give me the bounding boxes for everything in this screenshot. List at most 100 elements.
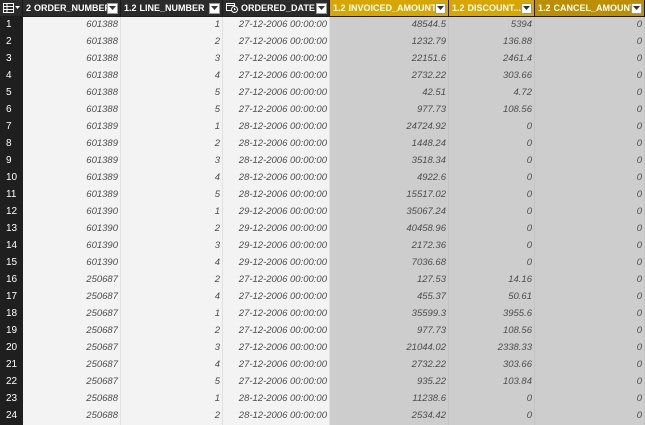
cell-line-number[interactable]: 5 <box>121 102 223 119</box>
cell-ordered-date[interactable]: 27-12-2006 00:00:00 <box>223 374 330 391</box>
table-row[interactable]: 4 601388 4 27-12-2006 00:00:00 2732.22 303.66… <box>0 68 645 85</box>
row-index[interactable]: 20 <box>0 340 23 357</box>
cell-discount-amount[interactable]: 0 <box>449 170 535 187</box>
cell-cancel-amount[interactable]: 0 <box>535 68 645 85</box>
table-row[interactable]: 2 601388 2 27-12-2006 00:00:00 1232.79 136.88… <box>0 34 645 51</box>
cell-line-number[interactable]: 1 <box>121 306 223 323</box>
table-row[interactable]: 6 601388 5 27-12-2006 00:00:00 977.73 108.56 0 <box>0 102 645 119</box>
cell-line-number[interactable]: 3 <box>121 340 223 357</box>
cell-line-number[interactable]: 4 <box>121 255 223 272</box>
cell-line-number[interactable]: 5 <box>121 187 223 204</box>
row-index[interactable]: 3 <box>0 51 23 68</box>
cell-discount-amount[interactable]: 0 <box>449 119 535 136</box>
column-header-line-number[interactable]: 1.2 LINE_NUMBER <box>121 0 223 16</box>
cell-order-number[interactable]: 601389 <box>23 136 121 153</box>
column-header-invoiced-amount[interactable]: 1.2 INVOICED_AMOUNT <box>330 0 449 16</box>
cell-order-number[interactable]: 601390 <box>23 221 121 238</box>
cell-discount-amount[interactable]: 136.88 <box>449 34 535 51</box>
table-row[interactable]: 10 601389 4 28-12-2006 00:00:00 4922.6 0 0 <box>0 170 645 187</box>
cell-discount-amount[interactable]: 108.56 <box>449 323 535 340</box>
row-index[interactable]: 23 <box>0 391 23 408</box>
row-index[interactable]: 10 <box>0 170 23 187</box>
table-menu-button[interactable] <box>0 0 23 16</box>
cell-order-number[interactable]: 601389 <box>23 187 121 204</box>
cell-order-number[interactable]: 250688 <box>23 391 121 408</box>
table-row[interactable]: 24 250688 2 28-12-2006 00:00:00 2534.42 0 0 <box>0 408 645 425</box>
table-row[interactable]: 20 250687 3 27-12-2006 00:00:00 21044.02 2338… <box>0 340 645 357</box>
row-index[interactable]: 9 <box>0 153 23 170</box>
cell-order-number[interactable]: 601388 <box>23 102 121 119</box>
cell-discount-amount[interactable]: 2461.4 <box>449 51 535 68</box>
cell-invoiced-amount[interactable]: 22151.6 <box>330 51 449 68</box>
column-header-cancel-amount[interactable]: 1.2 CANCEL_AMOUNT <box>535 0 645 16</box>
cell-order-number[interactable]: 601390 <box>23 238 121 255</box>
cell-cancel-amount[interactable]: 0 <box>535 85 645 102</box>
cell-line-number[interactable]: 2 <box>121 323 223 340</box>
cell-order-number[interactable]: 250687 <box>23 374 121 391</box>
cell-discount-amount[interactable]: 50.61 <box>449 289 535 306</box>
cell-line-number[interactable]: 4 <box>121 170 223 187</box>
cell-invoiced-amount[interactable]: 21044.02 <box>330 340 449 357</box>
cell-line-number[interactable]: 5 <box>121 374 223 391</box>
cell-line-number[interactable]: 2 <box>121 221 223 238</box>
table-row[interactable]: 23 250688 1 28-12-2006 00:00:00 11238.6 0 0 <box>0 391 645 408</box>
decimal-type-icon[interactable]: 1.2 <box>538 3 551 13</box>
cell-invoiced-amount[interactable]: 977.73 <box>330 102 449 119</box>
cell-line-number[interactable]: 4 <box>121 68 223 85</box>
cell-invoiced-amount[interactable]: 15517.02 <box>330 187 449 204</box>
cell-order-number[interactable]: 601389 <box>23 119 121 136</box>
cell-cancel-amount[interactable]: 0 <box>535 238 645 255</box>
cell-cancel-amount[interactable]: 0 <box>535 51 645 68</box>
whole-number-type-icon[interactable]: 2 <box>26 3 31 13</box>
cell-order-number[interactable]: 601388 <box>23 17 121 34</box>
cell-line-number[interactable]: 1 <box>121 17 223 34</box>
cell-invoiced-amount[interactable]: 40458.96 <box>330 221 449 238</box>
cell-ordered-date[interactable]: 27-12-2006 00:00:00 <box>223 68 330 85</box>
cell-line-number[interactable]: 1 <box>121 204 223 221</box>
column-filter-dropdown[interactable] <box>435 2 446 14</box>
cell-invoiced-amount[interactable]: 127.53 <box>330 272 449 289</box>
cell-cancel-amount[interactable]: 0 <box>535 204 645 221</box>
cell-discount-amount[interactable]: 0 <box>449 136 535 153</box>
cell-discount-amount[interactable]: 103.84 <box>449 374 535 391</box>
column-header-discount-amount[interactable]: 1.2 DISCOUNT... <box>449 0 535 16</box>
cell-cancel-amount[interactable]: 0 <box>535 391 645 408</box>
table-row[interactable]: 15 601390 4 29-12-2006 00:00:00 7036.68 0 0 <box>0 255 645 272</box>
cell-cancel-amount[interactable]: 0 <box>535 357 645 374</box>
cell-cancel-amount[interactable]: 0 <box>535 255 645 272</box>
row-index[interactable]: 7 <box>0 119 23 136</box>
decimal-type-icon[interactable]: 1.2 <box>333 3 346 13</box>
cell-order-number[interactable]: 250687 <box>23 340 121 357</box>
cell-invoiced-amount[interactable]: 35067.24 <box>330 204 449 221</box>
row-index[interactable]: 22 <box>0 374 23 391</box>
cell-cancel-amount[interactable]: 0 <box>535 323 645 340</box>
row-index[interactable]: 19 <box>0 323 23 340</box>
cell-line-number[interactable]: 1 <box>121 119 223 136</box>
cell-invoiced-amount[interactable]: 24724.92 <box>330 119 449 136</box>
cell-order-number[interactable]: 601389 <box>23 153 121 170</box>
table-row[interactable]: 19 250687 2 27-12-2006 00:00:00 977.73 108.56… <box>0 323 645 340</box>
cell-line-number[interactable]: 1 <box>121 391 223 408</box>
cell-order-number[interactable]: 250687 <box>23 357 121 374</box>
cell-ordered-date[interactable]: 29-12-2006 00:00:00 <box>223 255 330 272</box>
cell-ordered-date[interactable]: 27-12-2006 00:00:00 <box>223 306 330 323</box>
table-row[interactable]: 8 601389 2 28-12-2006 00:00:00 1448.24 0 0 <box>0 136 645 153</box>
column-header-ordered-date[interactable]: ORDERED_DATE <box>223 0 330 16</box>
cell-invoiced-amount[interactable]: 2172.36 <box>330 238 449 255</box>
table-row[interactable]: 14 601390 3 29-12-2006 00:00:00 2172.36 0 0 <box>0 238 645 255</box>
table-row[interactable]: 9 601389 3 28-12-2006 00:00:00 3518.34 0 0 <box>0 153 645 170</box>
column-filter-dropdown[interactable] <box>107 2 118 14</box>
row-index[interactable]: 4 <box>0 68 23 85</box>
cell-order-number[interactable]: 250687 <box>23 306 121 323</box>
column-filter-dropdown[interactable] <box>209 2 220 14</box>
cell-cancel-amount[interactable]: 0 <box>535 289 645 306</box>
cell-invoiced-amount[interactable]: 1448.24 <box>330 136 449 153</box>
cell-ordered-date[interactable]: 28-12-2006 00:00:00 <box>223 136 330 153</box>
cell-cancel-amount[interactable]: 0 <box>535 374 645 391</box>
decimal-type-icon[interactable]: 1.2 <box>452 3 465 13</box>
cell-line-number[interactable]: 3 <box>121 51 223 68</box>
column-filter-dropdown[interactable] <box>521 2 532 14</box>
table-row[interactable]: 11 601389 5 28-12-2006 00:00:00 15517.02 0 0 <box>0 187 645 204</box>
cell-cancel-amount[interactable]: 0 <box>535 187 645 204</box>
cell-ordered-date[interactable]: 29-12-2006 00:00:00 <box>223 204 330 221</box>
